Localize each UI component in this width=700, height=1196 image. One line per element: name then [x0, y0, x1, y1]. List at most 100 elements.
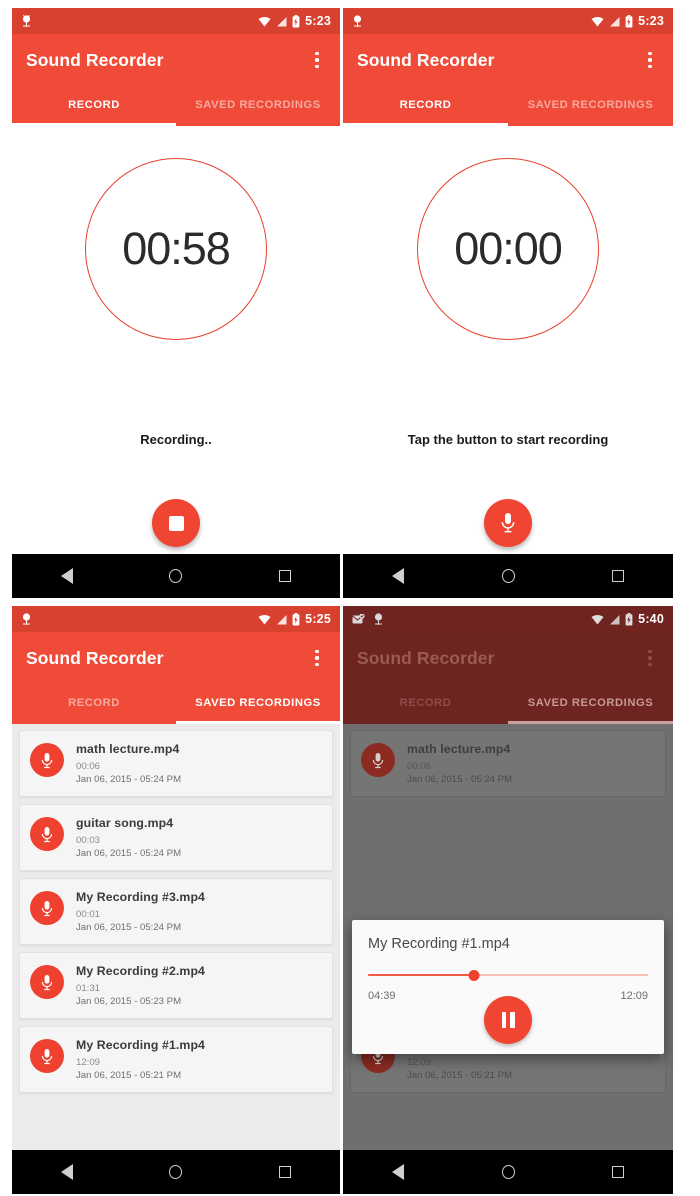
home-icon	[169, 1165, 183, 1179]
battery-charging-icon	[625, 612, 633, 625]
tab-record[interactable]: RECORD	[343, 86, 508, 126]
timer-value: 00:58	[122, 223, 231, 274]
list-item[interactable]: math lecture.mp4 00:06 Jan 06, 2015 - 05…	[19, 730, 333, 797]
list-item-meta: My Recording #3.mp4 00:01 Jan 06, 2015 -…	[76, 889, 205, 933]
tab-saved-recordings[interactable]: SAVED RECORDINGS	[176, 86, 340, 126]
android-pin-icon	[353, 14, 362, 27]
status-bar-left	[352, 14, 363, 28]
list-item-meta: My Recording #2.mp4 01:31 Jan 06, 2015 -…	[76, 963, 205, 1007]
phone-frame: 5:25 Sound Recorder RECORD SAVED RECORDI…	[12, 606, 340, 1194]
app-bar-row: Sound Recorder	[343, 632, 673, 684]
recording-name: guitar song.mp4	[76, 816, 174, 830]
tab-saved-recordings[interactable]: SAVED RECORDINGS	[508, 684, 673, 724]
android-pin-icon	[22, 14, 31, 27]
battery-charging-icon	[292, 612, 300, 625]
status-bar-right: 5:25	[258, 612, 331, 626]
app-bar-row: Sound Recorder	[12, 34, 340, 86]
wifi-icon	[591, 614, 604, 624]
nav-back-button[interactable]	[378, 556, 418, 596]
list-item-meta: math lecture.mp4 00:06 Jan 06, 2015 - 05…	[407, 741, 512, 785]
tab-saved-recordings[interactable]: SAVED RECORDINGS	[176, 684, 340, 724]
recording-duration: 00:06	[407, 761, 432, 772]
pause-icon	[501, 1012, 506, 1028]
overflow-menu-icon[interactable]	[308, 647, 326, 669]
list-item[interactable]: math lecture.mp4 00:06 Jan 06, 2015 - 05…	[350, 730, 666, 797]
list-item[interactable]: My Recording #2.mp4 01:31 Jan 06, 2015 -…	[19, 952, 333, 1019]
tab-saved-recordings[interactable]: SAVED RECORDINGS	[508, 86, 673, 126]
back-icon	[392, 568, 404, 584]
phone-frame: 5:23 Sound Recorder RECORD SAVED RECORDI…	[12, 8, 340, 598]
recording-duration: 01:31	[76, 983, 101, 994]
status-bar-time: 5:23	[305, 14, 331, 28]
nav-home-button[interactable]	[156, 1152, 196, 1192]
screenshot-grid: 5:23 Sound Recorder RECORD SAVED RECORDI…	[0, 0, 700, 1196]
tab-record[interactable]: RECORD	[12, 86, 176, 126]
mic-icon	[30, 1039, 64, 1073]
list-item[interactable]: guitar song.mp4 00:03 Jan 06, 2015 - 05:…	[19, 804, 333, 871]
wifi-icon	[258, 614, 271, 624]
navigation-bar	[12, 554, 340, 598]
recording-date: Jan 06, 2015 - 05:21 PM	[76, 1070, 182, 1081]
recents-icon	[279, 1166, 292, 1178]
start-recording-button[interactable]	[484, 499, 532, 547]
tab-record[interactable]: RECORD	[343, 684, 508, 724]
app-bar: Sound Recorder RECORD SAVED RECORDINGS	[343, 632, 673, 724]
overflow-menu-icon[interactable]	[308, 49, 326, 71]
nav-back-button[interactable]	[47, 556, 87, 596]
recordings-list[interactable]: math lecture.mp4 00:06 Jan 06, 2015 - 05…	[343, 724, 673, 1150]
recording-name: math lecture.mp4	[76, 742, 180, 756]
nav-recents-button[interactable]	[598, 556, 638, 596]
app-bar-row: Sound Recorder	[12, 632, 340, 684]
nav-recents-button[interactable]	[265, 1152, 305, 1192]
timer-circle: 00:58	[85, 158, 267, 340]
nav-home-button[interactable]	[488, 556, 528, 596]
recording-date: Jan 06, 2015 - 05:24 PM	[76, 922, 182, 933]
status-bar: 5:25	[12, 606, 340, 632]
status-bar-right: 5:23	[591, 14, 664, 28]
overflow-menu-icon[interactable]	[641, 49, 659, 71]
battery-charging-icon	[625, 14, 633, 27]
back-icon	[60, 1164, 73, 1180]
signal-icon	[610, 16, 620, 26]
app-title: Sound Recorder	[357, 49, 495, 70]
overflow-menu-icon[interactable]	[641, 647, 659, 669]
status-bar: 5:40	[343, 606, 673, 632]
stop-recording-button[interactable]	[152, 499, 200, 547]
status-bar-time: 5:25	[305, 612, 331, 626]
playback-slider[interactable]	[368, 968, 648, 982]
recording-date: Jan 06, 2015 - 05:24 PM	[76, 774, 182, 785]
status-bar: 5:23	[343, 8, 673, 34]
nav-back-button[interactable]	[378, 1152, 418, 1192]
mic-icon	[501, 513, 515, 533]
home-icon	[501, 1165, 515, 1179]
signal-icon	[277, 614, 287, 624]
navigation-bar	[343, 1150, 673, 1194]
recording-duration: 12:09	[407, 1057, 432, 1068]
stop-icon	[168, 515, 184, 531]
navigation-bar	[12, 1150, 340, 1194]
timer-circle: 00:00	[417, 158, 599, 340]
recording-date: Jan 06, 2015 - 05:23 PM	[76, 996, 182, 1007]
mic-icon	[30, 891, 64, 925]
player-dialog: My Recording #1.mp4 04:39 12:09	[352, 920, 664, 1054]
pause-button[interactable]	[484, 996, 532, 1044]
recording-name: My Recording #3.mp4	[76, 890, 205, 904]
tab-record[interactable]: RECORD	[12, 684, 176, 724]
status-bar: 5:23	[12, 8, 340, 34]
nav-home-button[interactable]	[156, 556, 196, 596]
mic-icon	[30, 743, 64, 777]
list-item[interactable]: My Recording #3.mp4 00:01 Jan 06, 2015 -…	[19, 878, 333, 945]
nav-recents-button[interactable]	[598, 1152, 638, 1192]
list-item[interactable]: My Recording #1.mp4 12:09 Jan 06, 2015 -…	[19, 1026, 333, 1093]
status-bar-left	[352, 612, 384, 626]
status-bar-time: 5:40	[638, 612, 664, 626]
recording-name: math lecture.mp4	[407, 742, 511, 756]
nav-recents-button[interactable]	[265, 556, 305, 596]
tab-bar: RECORD SAVED RECORDINGS	[12, 86, 340, 126]
nav-back-button[interactable]	[47, 1152, 87, 1192]
mic-icon	[361, 743, 395, 777]
nav-home-button[interactable]	[488, 1152, 528, 1192]
recording-duration: 00:06	[76, 761, 101, 772]
recordings-list[interactable]: math lecture.mp4 00:06 Jan 06, 2015 - 05…	[12, 724, 340, 1150]
slider-thumb[interactable]	[468, 969, 480, 981]
